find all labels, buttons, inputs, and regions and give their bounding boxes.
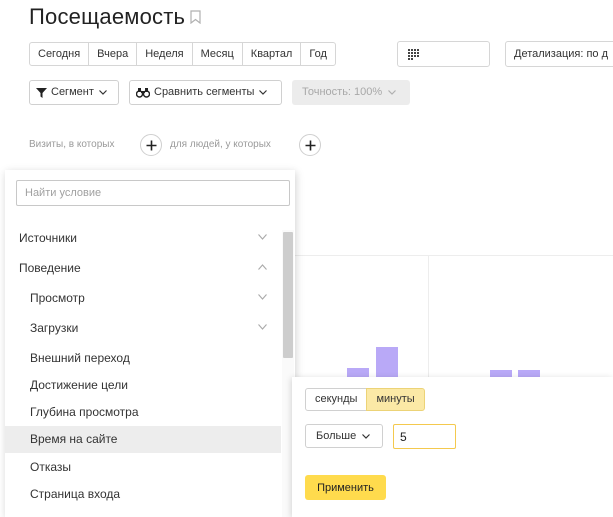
add-people-condition-button[interactable] (299, 134, 321, 156)
panel-item-view[interactable]: Просмотр (5, 285, 281, 312)
panel-item-external-link[interactable]: Внешний переход (5, 345, 281, 372)
unit-seconds-button[interactable]: секунды (305, 388, 368, 411)
chevron-down-icon (362, 433, 371, 439)
add-visit-condition-button[interactable] (140, 134, 162, 156)
panel-item-label: Страница входа (30, 487, 121, 501)
period-week-button[interactable]: Неделя (136, 42, 193, 66)
period-today-button[interactable]: Сегодня (29, 42, 90, 66)
panel-item-time-on-site[interactable]: Время на сайте (5, 426, 281, 453)
panel-item-label: Время на сайте (30, 432, 118, 446)
chevron-up-icon (258, 264, 267, 270)
compare-segments-button[interactable]: Сравнить сегменты (129, 80, 282, 105)
unit-toggle: секунды минуты (305, 388, 425, 411)
apply-button[interactable]: Применить (305, 475, 386, 500)
accuracy-select[interactable]: Точность: 100% (292, 80, 410, 105)
chevron-down-icon (258, 234, 267, 240)
period-selector: Сегодня Вчера Неделя Месяц Квартал Год (29, 42, 336, 66)
chevron-down-icon (258, 324, 267, 330)
panel-item-label: Источники (19, 231, 77, 245)
bookmark-icon[interactable] (190, 10, 201, 24)
compare-segments-label: Сравнить сегменты (154, 86, 255, 98)
period-month-button[interactable]: Месяц (191, 42, 243, 66)
panel-item-landing-page[interactable]: Страница входа (5, 481, 281, 508)
time-value-input[interactable] (393, 424, 456, 449)
chevron-down-icon (259, 90, 268, 95)
panel-item-label: Глубина просмотра (30, 405, 139, 419)
condition-search-input[interactable] (16, 180, 290, 206)
operator-select[interactable]: Больше (305, 424, 383, 448)
accuracy-label: Точность: 100% (302, 86, 383, 98)
unit-minutes-button[interactable]: минуты (366, 388, 425, 411)
calendar-icon (408, 49, 419, 60)
panel-item-goal[interactable]: Достижение цели (5, 372, 281, 399)
plus-icon (146, 140, 157, 151)
detail-select[interactable]: Детализация: по д (505, 41, 613, 67)
operator-label: Больше (316, 430, 357, 442)
binoculars-icon (136, 88, 150, 98)
panel-item-label: Отказы (30, 460, 72, 474)
period-yesterday-button[interactable]: Вчера (88, 42, 138, 66)
period-quarter-button[interactable]: Квартал (241, 42, 302, 66)
scrollbar-thumb[interactable] (283, 232, 293, 358)
panel-item-label: Просмотр (30, 291, 85, 305)
panel-item-behavior[interactable]: Поведение (5, 255, 281, 282)
period-year-button[interactable]: Год (300, 42, 336, 66)
panel-item-label: Загрузки (30, 321, 79, 335)
panel-item-bounces[interactable]: Отказы (5, 454, 281, 481)
panel-item-label: Внешний переход (30, 351, 130, 365)
date-range-picker[interactable] (397, 41, 490, 67)
chevron-down-icon (98, 90, 107, 95)
panel-item-depth[interactable]: Глубина просмотра (5, 399, 281, 426)
visits-condition-label: Визиты, в которых (29, 139, 115, 150)
segment-label: Сегмент (51, 86, 94, 98)
panel-item-downloads[interactable]: Загрузки (5, 315, 281, 342)
segment-button[interactable]: Сегмент (29, 80, 119, 105)
time-condition-popup: секунды минуты Больше Применить (292, 377, 613, 517)
people-condition-label: для людей, у которых (170, 139, 271, 150)
conditions-panel: Источники Поведение Просмотр Загрузки Вн… (5, 170, 295, 517)
page-title: Посещаемость (29, 4, 186, 29)
plus-icon (305, 140, 316, 151)
panel-item-label: Достижение цели (30, 378, 128, 392)
filter-icon (36, 87, 47, 98)
panel-item-sources[interactable]: Источники (5, 225, 281, 252)
chevron-down-icon (388, 90, 397, 95)
chevron-down-icon (258, 294, 267, 300)
panel-item-label: Поведение (19, 261, 81, 275)
chart-gridline (280, 255, 613, 256)
